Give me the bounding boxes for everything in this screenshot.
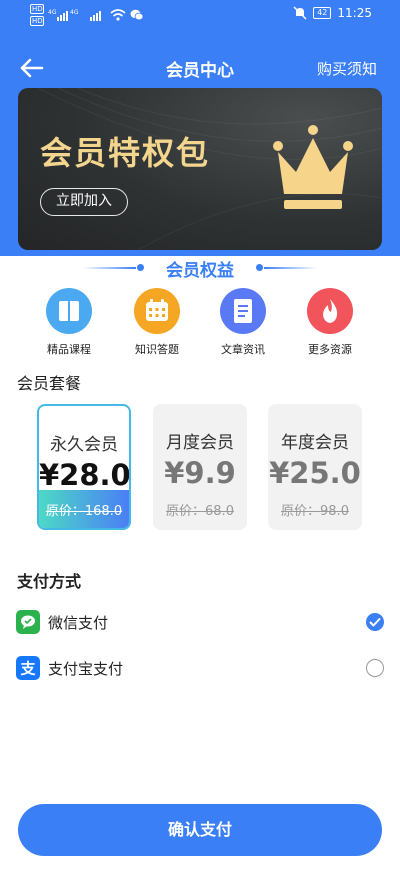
arrow-left-icon — [20, 58, 44, 78]
document-icon — [220, 288, 266, 334]
package-yearly[interactable]: 年度会员 ¥25.0 原价：98.0 — [268, 404, 362, 530]
divider-dot — [256, 264, 263, 271]
status-right: 42 11:25 — [293, 6, 372, 20]
benefit-label: 精品课程 — [47, 343, 91, 356]
back-button[interactable] — [16, 52, 48, 84]
package-name: 永久会员 — [50, 435, 118, 455]
benefits-title: 会员权益 — [166, 261, 234, 281]
status-bar: HD HD 4G 4G 42 11:25 — [0, 0, 400, 28]
package-original-price: 原价：168.0 — [45, 504, 123, 519]
battery-indicator: 42 — [313, 7, 332, 19]
status-left: HD HD 4G 4G — [30, 4, 144, 26]
package-name: 年度会员 — [281, 433, 349, 453]
package-original-price: 原价：68.0 — [166, 504, 234, 519]
calendar-icon — [134, 288, 180, 334]
check-icon[interactable] — [366, 613, 384, 631]
payment-label: 微信支付 — [48, 614, 109, 632]
payment-title: 支付方式 — [17, 572, 82, 591]
flame-icon — [307, 288, 353, 334]
svg-text:4G: 4G — [48, 9, 57, 16]
vip-banner: 会员特权包 立即加入 — [18, 88, 382, 250]
package-price: ¥28.0 — [39, 458, 131, 492]
hd-badge: HD — [30, 16, 44, 26]
crown-icon — [273, 125, 353, 209]
radio-button[interactable] — [366, 659, 384, 677]
package-name: 月度会员 — [166, 433, 234, 453]
packages-title: 会员套餐 — [17, 374, 82, 393]
package-price: ¥25.0 — [269, 456, 361, 490]
wifi-icon — [110, 9, 126, 21]
confirm-payment-button[interactable]: 确认支付 — [18, 804, 382, 856]
package-lifetime[interactable]: 永久会员 ¥28.0 原价：168.0 — [37, 404, 131, 530]
banner-title: 会员特权包 — [40, 134, 211, 172]
hd-badge: HD — [30, 4, 44, 14]
benefits-list: 精品课程 知识答题 文章资讯 更多资源 — [0, 288, 400, 358]
signal-icon — [90, 11, 101, 21]
benefit-label: 文章资讯 — [221, 343, 265, 356]
purchase-notice-link[interactable]: 购买须知 — [317, 58, 377, 79]
alipay-icon: 支 — [16, 656, 40, 680]
package-original-price: 原价：98.0 — [281, 504, 349, 519]
payment-alipay[interactable]: 支 支付宝支付 — [0, 648, 400, 688]
payment-label: 支付宝支付 — [48, 660, 124, 678]
package-price: ¥9.9 — [164, 456, 236, 490]
svg-text:支: 支 — [19, 660, 36, 678]
signal-icon: 4G 4G — [48, 9, 79, 21]
nav-bar: 会员中心 购买须知 — [0, 44, 400, 92]
svg-text:4G: 4G — [70, 9, 79, 16]
payment-wechat[interactable]: 微信支付 — [0, 602, 400, 642]
join-now-button[interactable]: 立即加入 — [40, 188, 128, 216]
hd-badges: HD HD — [30, 4, 44, 26]
benefit-label: 更多资源 — [308, 343, 352, 356]
wechat-pay-icon — [16, 610, 40, 634]
benefit-label: 知识答题 — [135, 343, 179, 356]
book-icon — [46, 288, 92, 334]
benefit-resources[interactable]: 更多资源 — [290, 288, 370, 357]
benefits-header: 会员权益 — [0, 256, 400, 281]
mute-bell-icon — [293, 6, 307, 20]
divider — [264, 267, 318, 269]
package-monthly[interactable]: 月度会员 ¥9.9 原价：68.0 — [153, 404, 247, 530]
benefit-quiz[interactable]: 知识答题 — [117, 288, 197, 357]
benefit-courses[interactable]: 精品课程 — [29, 288, 109, 357]
wechat-icon — [130, 9, 144, 21]
status-time: 11:25 — [337, 6, 372, 20]
benefit-articles[interactable]: 文章资讯 — [203, 288, 283, 357]
